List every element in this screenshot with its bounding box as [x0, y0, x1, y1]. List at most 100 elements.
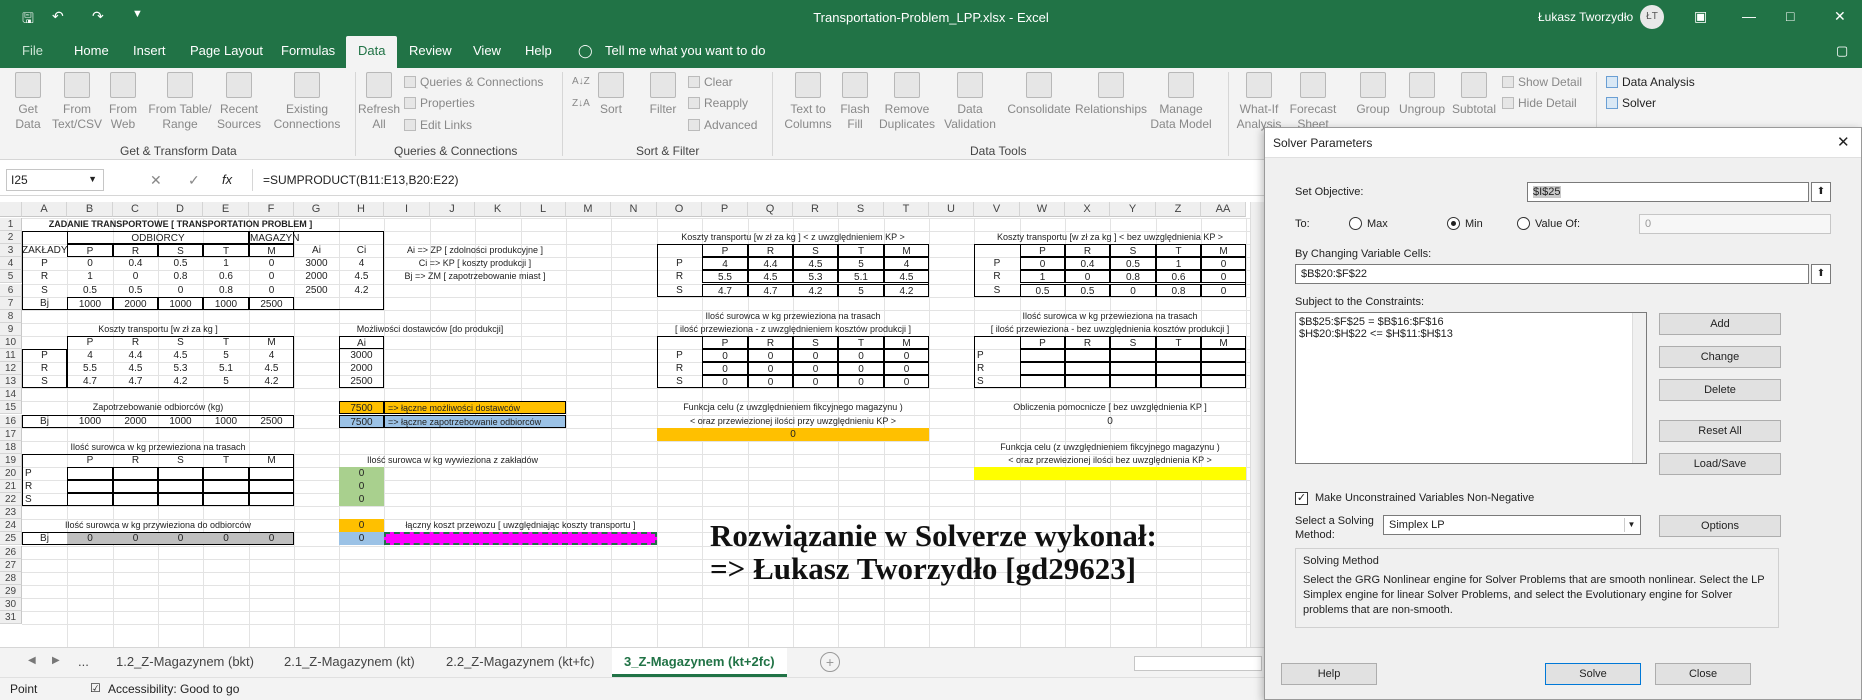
row-label[interactable]: R [974, 270, 1020, 283]
tab-help[interactable]: Help [525, 43, 552, 58]
data-cell[interactable]: 0 [884, 349, 929, 363]
sort-button[interactable]: Sort [594, 72, 628, 117]
fc-kp-subtitle[interactable]: < oraz przewiezionej ilości przy uwzględ… [657, 415, 929, 428]
sheet-tab-1-2[interactable]: 1.2_Z-Magazynem (bkt) [116, 654, 254, 669]
sum-dostawcy[interactable]: 7500 [339, 401, 384, 415]
advanced-filter-button[interactable]: Advanced [688, 118, 757, 132]
header-ai[interactable]: Ai [339, 335, 384, 349]
data-cell[interactable]: 0.8 [203, 284, 249, 297]
column-header[interactable]: U [929, 202, 974, 217]
row-header[interactable]: 31 [0, 611, 22, 625]
row-label[interactable]: P [22, 257, 67, 270]
formula-input[interactable]: =SUMPRODUCT(B11:E13,B20:E22) [252, 169, 1262, 191]
column-label[interactable]: S [1110, 244, 1156, 258]
tab-review[interactable]: Review [409, 43, 452, 58]
data-cell[interactable]: 0.8 [1110, 270, 1156, 284]
from-table-button[interactable]: From Table/ Range [146, 72, 214, 132]
data-cell[interactable]: 1000 [203, 415, 249, 428]
data-validation-button[interactable]: Data Validation [940, 72, 1000, 132]
data-cell[interactable]: 0 [884, 375, 929, 389]
row-header[interactable]: 5 [0, 270, 22, 284]
data-cell[interactable]: 2500 [249, 415, 294, 428]
add-sheet-icon[interactable]: + [820, 652, 840, 672]
data-cell[interactable]: 1000 [158, 415, 203, 428]
row-header[interactable]: 12 [0, 362, 22, 376]
data-cell[interactable]: 0 [67, 257, 113, 270]
objective-input[interactable]: $I$25 [1527, 182, 1809, 202]
row-header[interactable]: 10 [0, 335, 22, 349]
tab-page-layout[interactable]: Page Layout [190, 43, 263, 58]
data-cell[interactable]: 2500 [294, 284, 339, 297]
sum-dostawcy-label[interactable]: => łączne możliwości dostawców [384, 401, 566, 415]
column-header[interactable]: W [1020, 202, 1065, 217]
data-cell[interactable]: 4.5 [339, 270, 384, 283]
data-cell[interactable]: 3000 [339, 349, 384, 362]
tab-insert[interactable]: Insert [133, 43, 166, 58]
data-cell[interactable] [1020, 362, 1065, 376]
tell-me-search[interactable]: Tell me what you want to do [605, 43, 765, 58]
data-cell[interactable]: 4.4 [113, 349, 158, 362]
obliczenia-title[interactable]: Obliczenia pomocnicze [ bez uwzględnieni… [974, 401, 1246, 414]
data-cell[interactable]: 0 [158, 284, 203, 297]
row-header[interactable]: 6 [0, 283, 22, 297]
row-header[interactable]: 23 [0, 506, 22, 520]
data-cell[interactable]: 0 [67, 532, 113, 546]
tab-view[interactable]: View [473, 43, 501, 58]
sheet-tab-3-active[interactable]: 3_Z-Magazynem (kt+2fc) [612, 648, 787, 677]
column-label[interactable]: S [1110, 335, 1156, 349]
scroll-right-icon[interactable]: ▶ [52, 655, 60, 666]
data-cell[interactable]: 0.5 [1065, 283, 1110, 297]
decision-cell[interactable] [158, 466, 203, 480]
row-label[interactable]: R [974, 362, 1020, 375]
data-cell[interactable]: 0 [339, 466, 384, 480]
data-cell[interactable]: 5.3 [158, 362, 203, 375]
column-label[interactable]: R [113, 336, 158, 349]
data-cell[interactable]: 5 [203, 349, 249, 362]
column-header[interactable]: O [657, 202, 702, 217]
max-radio[interactable] [1349, 217, 1362, 230]
options-button[interactable]: Options [1659, 515, 1781, 537]
header-ci[interactable]: Ci [339, 244, 384, 257]
row-label[interactable]: S [22, 284, 67, 297]
data-cell[interactable] [1156, 362, 1201, 376]
row-header[interactable]: 15 [0, 401, 22, 415]
data-cell[interactable]: 1000 [67, 415, 113, 428]
data-cell[interactable] [1020, 375, 1065, 389]
fc-bkp-value[interactable] [974, 466, 1246, 480]
wywieziona-title[interactable]: Ilość surowca w kg wywieziona z zakładów [339, 454, 566, 467]
maximize-icon[interactable]: □ [1786, 8, 1794, 24]
row-label[interactable]: S [974, 284, 1020, 297]
table-title[interactable]: ZADANIE TRANSPORTOWE [ TRANSPORTATION PR… [22, 218, 339, 231]
name-box[interactable]: I25 ▼ [6, 169, 104, 191]
row-header[interactable]: 16 [0, 414, 22, 428]
delete-constraint-button[interactable]: Delete [1659, 379, 1781, 401]
data-cell[interactable] [1065, 375, 1110, 389]
row-label[interactable]: S [657, 375, 702, 388]
data-cell[interactable] [1201, 362, 1246, 376]
row-header[interactable]: 19 [0, 453, 22, 467]
row-header[interactable]: 25 [0, 532, 22, 546]
decision-cell[interactable] [249, 493, 294, 507]
data-cell[interactable]: 4.2 [793, 283, 838, 297]
data-cell[interactable]: 2500 [249, 296, 294, 310]
data-cell[interactable]: 0.5 [158, 257, 203, 270]
row-header[interactable]: 4 [0, 257, 22, 271]
data-cell[interactable]: 5 [838, 283, 884, 297]
load-save-button[interactable]: Load/Save [1659, 453, 1781, 475]
column-header[interactable]: A [22, 202, 67, 217]
column-header[interactable]: S [838, 202, 884, 217]
column-header[interactable]: M [566, 202, 611, 217]
data-cell[interactable]: 0 [702, 375, 748, 389]
scroll-left-icon[interactable]: ◀ [28, 655, 36, 666]
column-header[interactable]: Y [1110, 202, 1156, 217]
row-header[interactable]: 26 [0, 545, 22, 559]
row-label-bj[interactable]: Bj [22, 297, 67, 310]
constraint-item[interactable]: $B$25:$F$25 = $B$16:$F$16 [1299, 316, 1643, 328]
row-label[interactable]: R [22, 480, 67, 493]
data-cell[interactable]: 5.5 [67, 362, 113, 375]
column-label[interactable]: T [1156, 335, 1201, 349]
data-cell[interactable]: 0 [1201, 257, 1246, 271]
fc-bkp-subtitle[interactable]: < oraz przewiezionej ilości bez uwzględn… [974, 454, 1246, 467]
constraint-item[interactable]: $H$20:$H$22 <= $H$11:$H$13 [1299, 328, 1643, 340]
column-label[interactable]: T [838, 244, 884, 258]
